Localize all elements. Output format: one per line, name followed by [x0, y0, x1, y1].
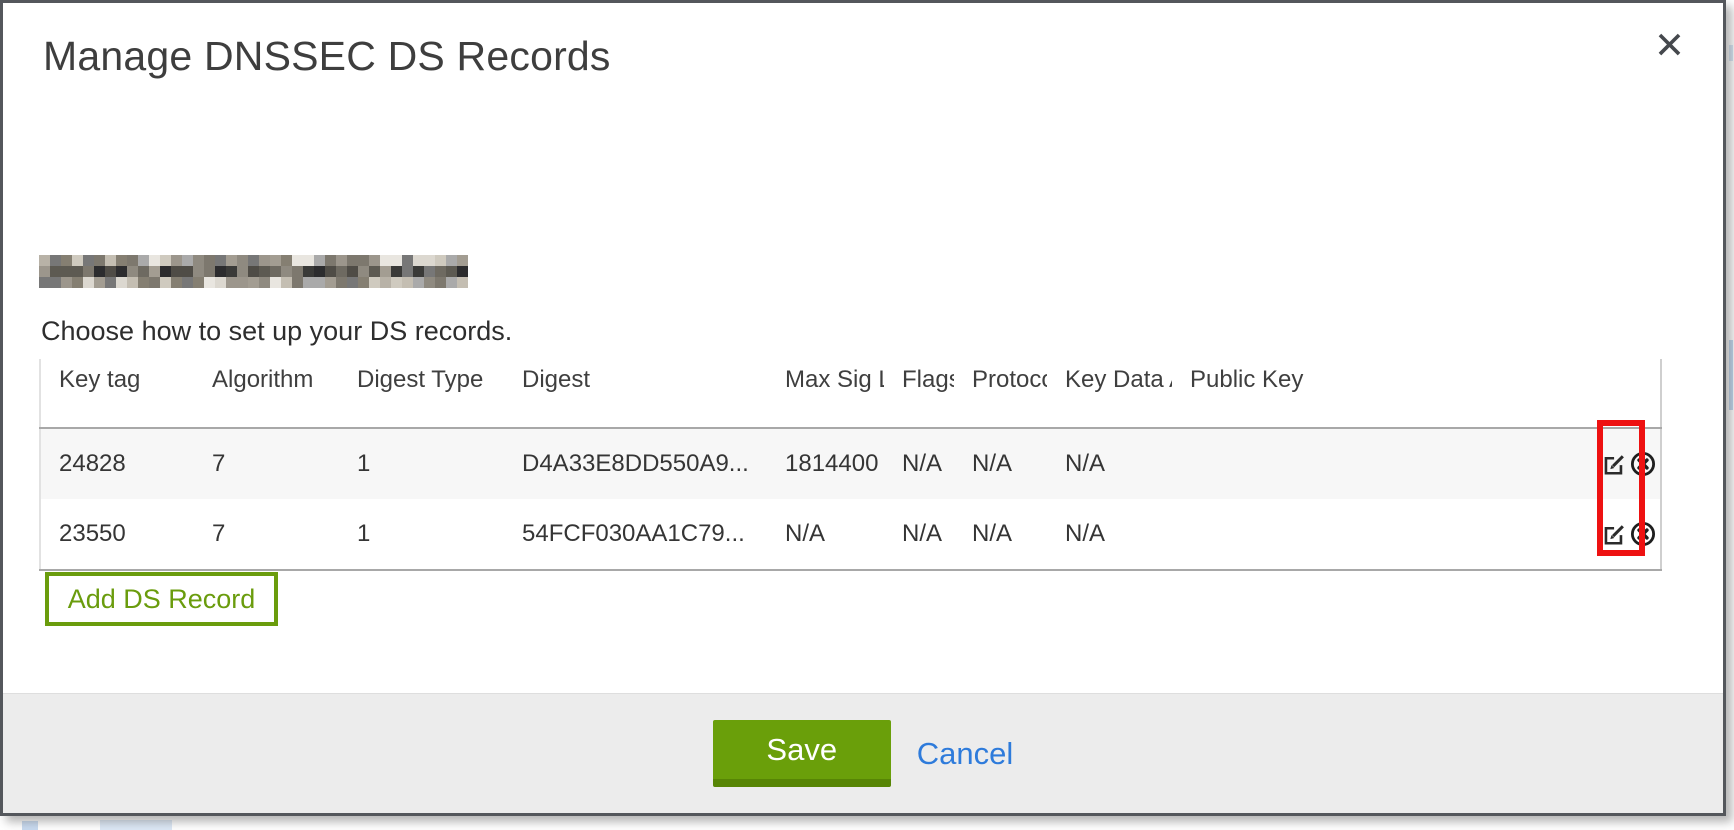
- table-header-row: Key tag Algorithm Digest Type Digest Max…: [40, 359, 1661, 428]
- col-header-key-data-alg: Key Data Alg: [1047, 359, 1172, 428]
- cell-digest: D4A33E8DD550A9...: [504, 428, 767, 499]
- cell-algorithm: 7: [194, 428, 339, 499]
- cell-algorithm: 7: [194, 499, 339, 570]
- cell-key-tag: 23550: [40, 499, 194, 570]
- cell-protocol: N/A: [954, 428, 1047, 499]
- add-ds-record-button[interactable]: Add DS Record: [45, 572, 278, 626]
- redacted-domain: [39, 255, 468, 288]
- edit-record-button[interactable]: [1602, 452, 1627, 477]
- cell-public-key: [1172, 428, 1549, 499]
- cell-key-data-alg: N/A: [1047, 428, 1172, 499]
- ds-records-table: Key tag Algorithm Digest Type Digest Max…: [39, 359, 1660, 571]
- table-row: 23550 7 1 54FCF030AA1C79... N/A N/A N/A …: [40, 499, 1661, 570]
- cell-protocol: N/A: [954, 499, 1047, 570]
- edit-icon: [1602, 522, 1627, 547]
- col-header-digest: Digest: [504, 359, 767, 428]
- col-header-key-tag: Key tag: [40, 359, 194, 428]
- edit-record-button[interactable]: [1602, 522, 1627, 547]
- delete-record-button[interactable]: [1630, 451, 1656, 477]
- delete-x-circle-icon: [1630, 521, 1656, 547]
- instruction-text: Choose how to set up your DS records.: [41, 316, 512, 347]
- manage-dnssec-ds-records-dialog: Manage DNSSEC DS Records ✕ Choose how to…: [0, 0, 1726, 816]
- col-header-flags: Flags: [884, 359, 954, 428]
- cell-key-data-alg: N/A: [1047, 499, 1172, 570]
- cancel-link[interactable]: Cancel: [917, 736, 1014, 772]
- delete-record-button[interactable]: [1630, 521, 1656, 547]
- edit-icon: [1602, 452, 1627, 477]
- col-header-protocol: Protocol: [954, 359, 1047, 428]
- dialog-footer: Save Cancel: [3, 693, 1723, 813]
- cell-digest-type: 1: [339, 428, 504, 499]
- background-page-fragment: [22, 821, 38, 830]
- delete-x-circle-icon: [1630, 451, 1656, 477]
- cell-digest-type: 1: [339, 499, 504, 570]
- col-header-digest-type: Digest Type: [339, 359, 504, 428]
- cell-key-tag: 24828: [40, 428, 194, 499]
- cell-flags: N/A: [884, 428, 954, 499]
- background-page-fragment: [1729, 45, 1733, 61]
- col-header-actions: [1549, 359, 1661, 428]
- col-header-algorithm: Algorithm: [194, 359, 339, 428]
- cell-digest: 54FCF030AA1C79...: [504, 499, 767, 570]
- table-row: 24828 7 1 D4A33E8DD550A9... 1814400 N/A …: [40, 428, 1661, 499]
- background-page-fragment: [100, 820, 172, 830]
- col-header-public-key: Public Key: [1172, 359, 1549, 428]
- cell-max-sig-life: 1814400: [767, 428, 884, 499]
- cell-flags: N/A: [884, 499, 954, 570]
- dialog-title: Manage DNSSEC DS Records: [43, 33, 611, 80]
- cell-max-sig-life: N/A: [767, 499, 884, 570]
- background-page-fragment: [1729, 340, 1733, 410]
- cell-public-key: [1172, 499, 1549, 570]
- close-icon[interactable]: ✕: [1654, 27, 1685, 64]
- save-button[interactable]: Save: [713, 720, 891, 787]
- col-header-max-sig-life: Max Sig Life: [767, 359, 884, 428]
